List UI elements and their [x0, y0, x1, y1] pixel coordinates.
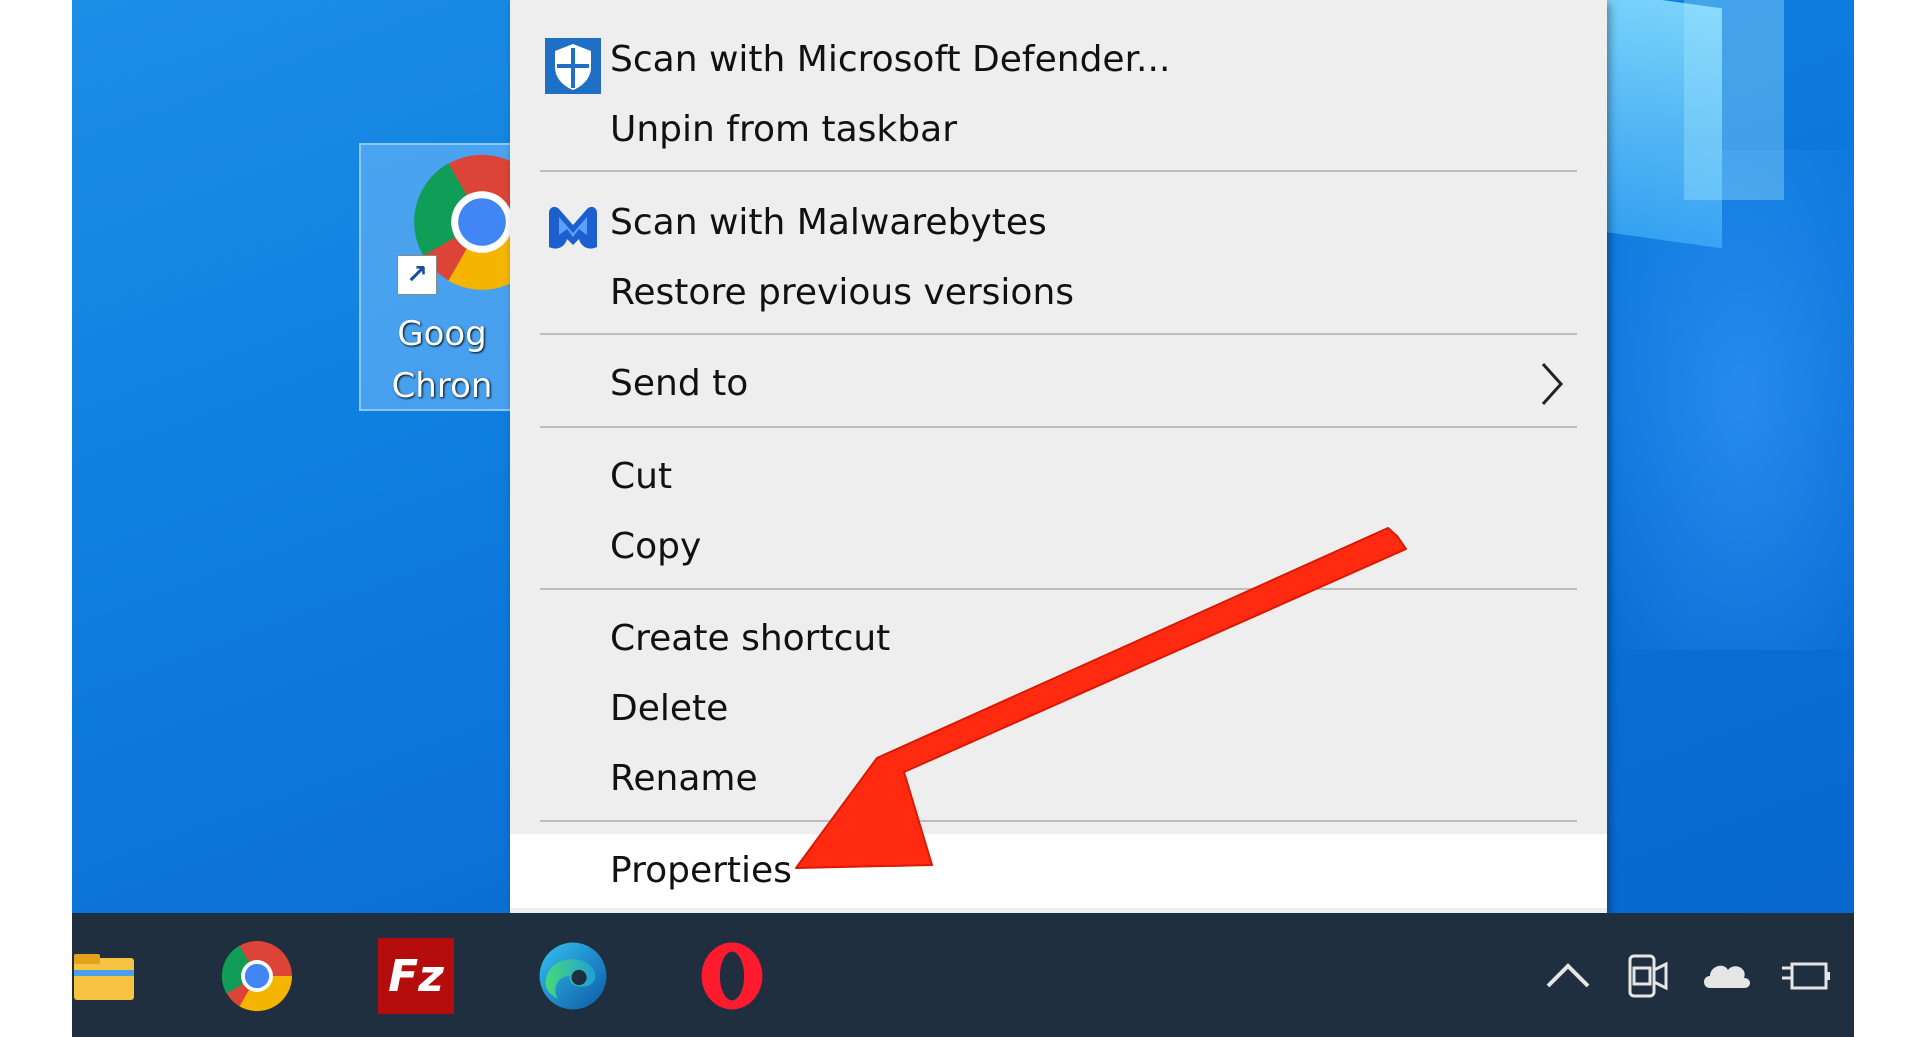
menu-label: Scan with Microsoft Defender...: [610, 39, 1171, 80]
context-menu: Scan with Microsoft Defender... Unpin fr…: [510, 0, 1607, 913]
desktop-icon-label-line2: Chron: [391, 366, 493, 406]
screen: ↗ Goog Chron Scan with Microsoft Defende…: [72, 0, 1854, 1037]
chrome-icon[interactable]: [219, 938, 295, 1014]
menu-label: Cut: [610, 456, 673, 497]
meet-now-icon[interactable]: [1620, 948, 1676, 1004]
menu-label: Properties: [610, 850, 792, 891]
menu-label: Delete: [610, 688, 729, 729]
chevron-right-icon: [1541, 362, 1564, 406]
edge-icon[interactable]: [535, 938, 611, 1014]
filezilla-icon[interactable]: Fz: [378, 938, 454, 1014]
menu-item-restore-versions[interactable]: Restore previous versions: [510, 259, 1607, 327]
menu-item-properties[interactable]: Properties: [510, 834, 1607, 908]
menu-item-scan-malwarebytes[interactable]: Scan with Malwarebytes: [510, 189, 1607, 257]
menu-label: Create shortcut: [610, 618, 891, 659]
menu-separator: [540, 426, 1577, 428]
menu-item-delete[interactable]: Delete: [510, 675, 1607, 743]
chevron-up-icon[interactable]: [1540, 948, 1596, 1004]
menu-label: Send to: [610, 363, 749, 404]
menu-item-rename[interactable]: Rename: [510, 745, 1607, 813]
menu-item-copy[interactable]: Copy: [510, 513, 1607, 581]
malwarebytes-icon: [549, 206, 597, 249]
menu-item-send-to[interactable]: Send to: [510, 350, 1607, 418]
menu-label: Scan with Malwarebytes: [610, 202, 1047, 243]
file-explorer-icon[interactable]: [72, 938, 136, 1014]
menu-item-cut[interactable]: Cut: [510, 443, 1607, 511]
power-plug-icon[interactable]: [1776, 948, 1832, 1004]
menu-item-scan-defender[interactable]: Scan with Microsoft Defender...: [510, 26, 1607, 94]
opera-icon[interactable]: [694, 938, 770, 1014]
filezilla-glyph: Fz: [388, 950, 444, 1002]
menu-separator: [540, 820, 1577, 822]
menu-separator: [540, 588, 1577, 590]
defender-shield-icon: [545, 38, 601, 94]
onedrive-cloud-icon[interactable]: [1698, 948, 1754, 1004]
menu-item-unpin-taskbar[interactable]: Unpin from taskbar: [510, 96, 1607, 164]
shortcut-arrow-icon: ↗: [397, 255, 437, 295]
menu-label: Unpin from taskbar: [610, 109, 957, 150]
menu-label: Copy: [610, 526, 702, 567]
menu-label: Restore previous versions: [610, 272, 1075, 313]
menu-separator: [540, 170, 1577, 172]
menu-label: Rename: [610, 758, 758, 799]
menu-item-create-shortcut[interactable]: Create shortcut: [510, 605, 1607, 673]
menu-separator: [540, 333, 1577, 335]
wallpaper-light-secondary: [1684, 0, 1784, 200]
desktop-icon-label-line1: Goog: [397, 314, 487, 354]
